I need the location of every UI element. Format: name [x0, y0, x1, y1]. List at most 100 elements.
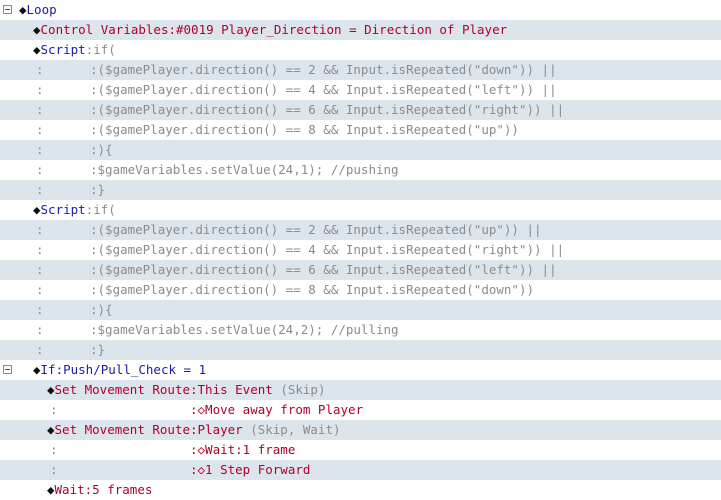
command-text: ◆If:Push/Pull_Check = 1 [33, 360, 206, 380]
command-row[interactable]: ◆Set Movement Route:Player (Skip, Wait) [0, 420, 721, 440]
command-row[interactable]: : :){ [0, 300, 721, 320]
command-text: :◇Move away from Player [190, 400, 363, 420]
command-bullet-icon: ◆ [33, 42, 41, 57]
command-row[interactable]: : :($gamePlayer.direction() == 4 && Input… [0, 240, 721, 260]
command-text-segment: :} [90, 342, 106, 357]
fold-toggle-icon[interactable] [3, 5, 12, 14]
continuation-marker: : [36, 262, 44, 277]
command-text: ◆Wait:5 frames [47, 480, 152, 500]
continuation-marker: : [36, 282, 44, 297]
command-text: :($gamePlayer.direction() == 6 && Input.… [90, 100, 564, 120]
continuation-marker: : [36, 102, 44, 117]
command-text-segment: :($gamePlayer.direction() == 4 && Input.… [90, 82, 557, 97]
command-row[interactable]: : :($gamePlayer.direction() == 6 && Input… [0, 100, 721, 120]
command-text: ◆Script:if( [33, 200, 116, 220]
fold-toggle-icon[interactable] [3, 365, 12, 374]
command-row[interactable]: : :){ [0, 140, 721, 160]
command-text: ◆Control Variables:#0019 Player_Directio… [33, 20, 507, 40]
command-text: :){ [90, 140, 113, 160]
command-text: :($gamePlayer.direction() == 2 && Input.… [90, 220, 542, 240]
command-row[interactable]: ◆If:Push/Pull_Check = 1 [0, 360, 721, 380]
command-text-segment: :($gamePlayer.direction() == 6 && Input.… [90, 102, 565, 117]
continuation-marker: : [50, 402, 58, 417]
command-text: ◆Set Movement Route:This Event (Skip) [47, 380, 325, 400]
command-row[interactable]: ::} [0, 180, 721, 200]
command-text-segment: If:Push/Pull_Check = 1 [40, 362, 207, 377]
command-row[interactable]: : :◇Wait:1 frame [0, 440, 721, 460]
command-row[interactable]: ::} [0, 340, 721, 360]
continuation-marker: : [36, 222, 44, 237]
continuation-marker: : [36, 322, 44, 337]
command-text-segment: :($gamePlayer.direction() == 4 && Input.… [90, 242, 565, 257]
command-bullet-icon: ◆ [47, 422, 55, 437]
continuation-marker: : [36, 302, 44, 317]
command-text-segment: Loop [26, 2, 57, 17]
continuation-marker: : [36, 82, 44, 97]
command-text-segment: Set Movement Route:This Event [54, 382, 281, 397]
command-text: :($gamePlayer.direction() == 4 && Input.… [90, 240, 564, 260]
command-bullet-icon: ◆ [19, 2, 27, 17]
continuation-marker: : [36, 62, 44, 77]
command-text-segment: :){ [90, 302, 113, 317]
command-bullet-icon: ◆ [33, 362, 41, 377]
command-text-segment: :($gamePlayer.direction() == 8 && Input.… [90, 122, 519, 137]
command-text-segment: :($gamePlayer.direction() == 6 && Input.… [90, 262, 557, 277]
command-row[interactable]: ◆Set Movement Route:This Event (Skip) [0, 380, 721, 400]
continuation-marker: : [36, 242, 44, 257]
command-row[interactable]: ◆Control Variables:#0019 Player_Directio… [0, 20, 721, 40]
command-text-segment: Control Variables:#0019 Player_Direction… [40, 22, 508, 37]
command-text: :◇Wait:1 frame [190, 440, 295, 460]
continuation-marker: : [50, 442, 58, 457]
continuation-marker: : [36, 342, 44, 357]
command-text-segment: Wait:5 frames [54, 482, 153, 497]
command-text-segment: :if( [85, 202, 116, 217]
command-text: :} [90, 340, 105, 360]
command-text-segment: Set Movement Route:Player [54, 422, 251, 437]
command-text-segment: (Skip, Wait) [250, 422, 341, 437]
command-row[interactable]: : :($gamePlayer.direction() == 2 && Input… [0, 220, 721, 240]
command-text-segment: :($gamePlayer.direction() == 8 && Input.… [90, 282, 535, 297]
command-text-segment: :◇1 Step Forward [190, 462, 311, 477]
command-text-segment: :} [90, 182, 106, 197]
command-row[interactable]: : :◇Move away from Player [0, 400, 721, 420]
command-row[interactable]: : :($gamePlayer.direction() == 8 && Input… [0, 280, 721, 300]
command-text: :◇1 Step Forward [190, 460, 310, 480]
command-text-segment: :($gamePlayer.direction() == 2 && Input.… [90, 222, 542, 237]
command-text-segment: :◇Wait:1 frame [190, 442, 296, 457]
continuation-marker: : [50, 462, 58, 477]
command-row[interactable]: : :($gamePlayer.direction() == 2 && Input… [0, 60, 721, 80]
command-bullet-icon: ◆ [47, 482, 55, 497]
command-row[interactable]: : :◇1 Step Forward [0, 460, 721, 480]
command-row[interactable]: : :$gameVariables.setValue(24,1); //pushi… [0, 160, 721, 180]
command-row[interactable]: ◆Loop [0, 0, 721, 20]
command-row[interactable]: : :($gamePlayer.direction() == 8 && Input… [0, 120, 721, 140]
command-text: :($gamePlayer.direction() == 8 && Input.… [90, 120, 519, 140]
command-row[interactable]: ◆Wait:5 frames [0, 480, 721, 500]
command-text: :){ [90, 300, 113, 320]
command-row[interactable]: : :($gamePlayer.direction() == 6 && Input… [0, 260, 721, 280]
command-text-segment: :◇Move away from Player [190, 402, 364, 417]
command-row[interactable]: ◆Script:if( [0, 40, 721, 60]
command-text: ◆Set Movement Route:Player (Skip, Wait) [47, 420, 341, 440]
continuation-marker: : [36, 182, 44, 197]
command-text: :$gameVariables.setValue(24,2); //pullin… [90, 320, 399, 340]
command-row[interactable]: : :($gamePlayer.direction() == 4 && Input… [0, 80, 721, 100]
command-bullet-icon: ◆ [33, 202, 41, 217]
command-text: :$gameVariables.setValue(24,1); //pushin… [90, 160, 399, 180]
command-text-segment: Script [40, 202, 86, 217]
command-text: ◆Loop [19, 0, 57, 20]
command-text-segment: :$gameVariables.setValue(24,1); //pushin… [90, 162, 399, 177]
command-text-segment: :){ [90, 142, 113, 157]
command-text-segment: :$gameVariables.setValue(24,2); //pullin… [90, 322, 399, 337]
command-text: :} [90, 180, 105, 200]
continuation-marker: : [36, 162, 44, 177]
command-text: :($gamePlayer.direction() == 4 && Input.… [90, 80, 557, 100]
command-text-segment: :($gamePlayer.direction() == 2 && Input.… [90, 62, 557, 77]
continuation-marker: : [36, 122, 44, 137]
command-bullet-icon: ◆ [47, 382, 55, 397]
continuation-marker: : [36, 142, 44, 157]
command-bullet-icon: ◆ [33, 22, 41, 37]
command-row[interactable]: : :$gameVariables.setValue(24,2); //pulli… [0, 320, 721, 340]
command-text: :($gamePlayer.direction() == 2 && Input.… [90, 60, 557, 80]
command-row[interactable]: ◆Script:if( [0, 200, 721, 220]
